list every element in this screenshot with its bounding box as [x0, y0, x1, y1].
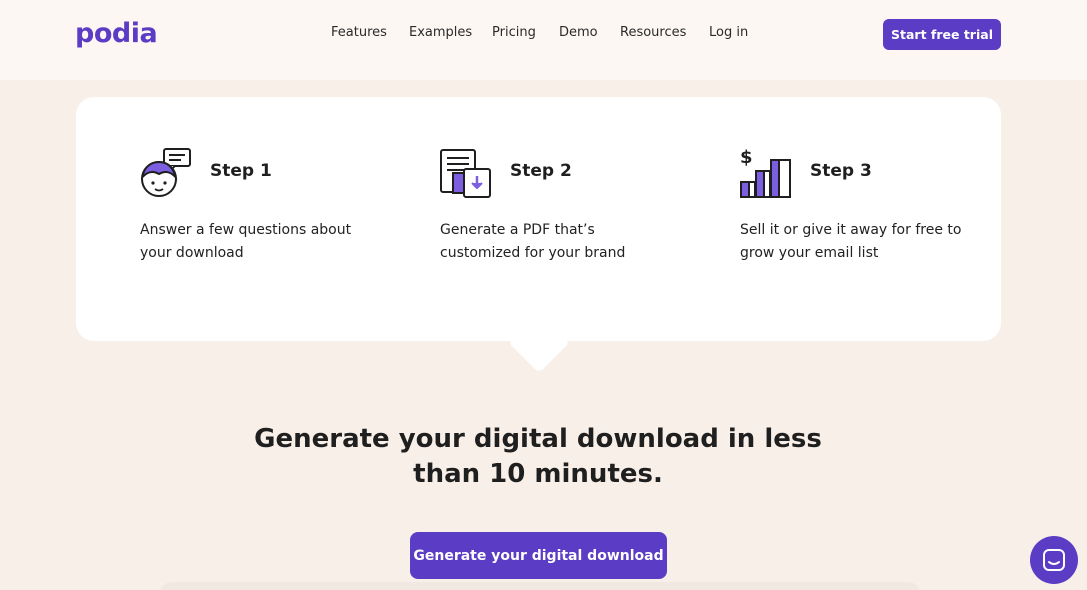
nav-resources[interactable]: Resources: [620, 25, 686, 40]
nav-features[interactable]: Features: [331, 25, 387, 40]
person-chat-icon: [141, 148, 191, 197]
page-headline: Generate your digital download in less t…: [254, 424, 822, 489]
step-3-description: Sell it or give it away for free to grow…: [740, 222, 962, 261]
nav-login[interactable]: Log in: [709, 25, 748, 40]
nav-pricing[interactable]: Pricing: [492, 25, 536, 40]
site-header: podia Features Examples Pricing Demo Res…: [0, 0, 1087, 80]
generate-download-button[interactable]: Generate your digital download: [410, 532, 667, 579]
step-2-title: Step 2: [510, 161, 572, 181]
step-2-description: Generate a PDF that’s customized for you…: [440, 222, 626, 261]
dollar-growth-chart-icon: $: [740, 147, 791, 198]
start-free-trial-button[interactable]: Start free trial: [883, 19, 1001, 50]
nav-demo[interactable]: Demo: [559, 25, 598, 40]
steps-card: Step 1 Answer a few questions about your…: [76, 97, 1001, 341]
svg-text:$: $: [740, 147, 753, 168]
podia-logo[interactable]: podia: [75, 18, 158, 49]
document-download-icon: [440, 149, 491, 198]
nav-examples[interactable]: Examples: [409, 25, 472, 40]
step-3-title: Step 3: [810, 161, 872, 181]
chat-launcher-button[interactable]: [1030, 536, 1078, 584]
chat-icon: [1043, 549, 1065, 571]
next-section-edge: [160, 582, 920, 590]
step-1-description: Answer a few questions about your downlo…: [140, 222, 352, 261]
step-1-title: Step 1: [210, 161, 272, 181]
